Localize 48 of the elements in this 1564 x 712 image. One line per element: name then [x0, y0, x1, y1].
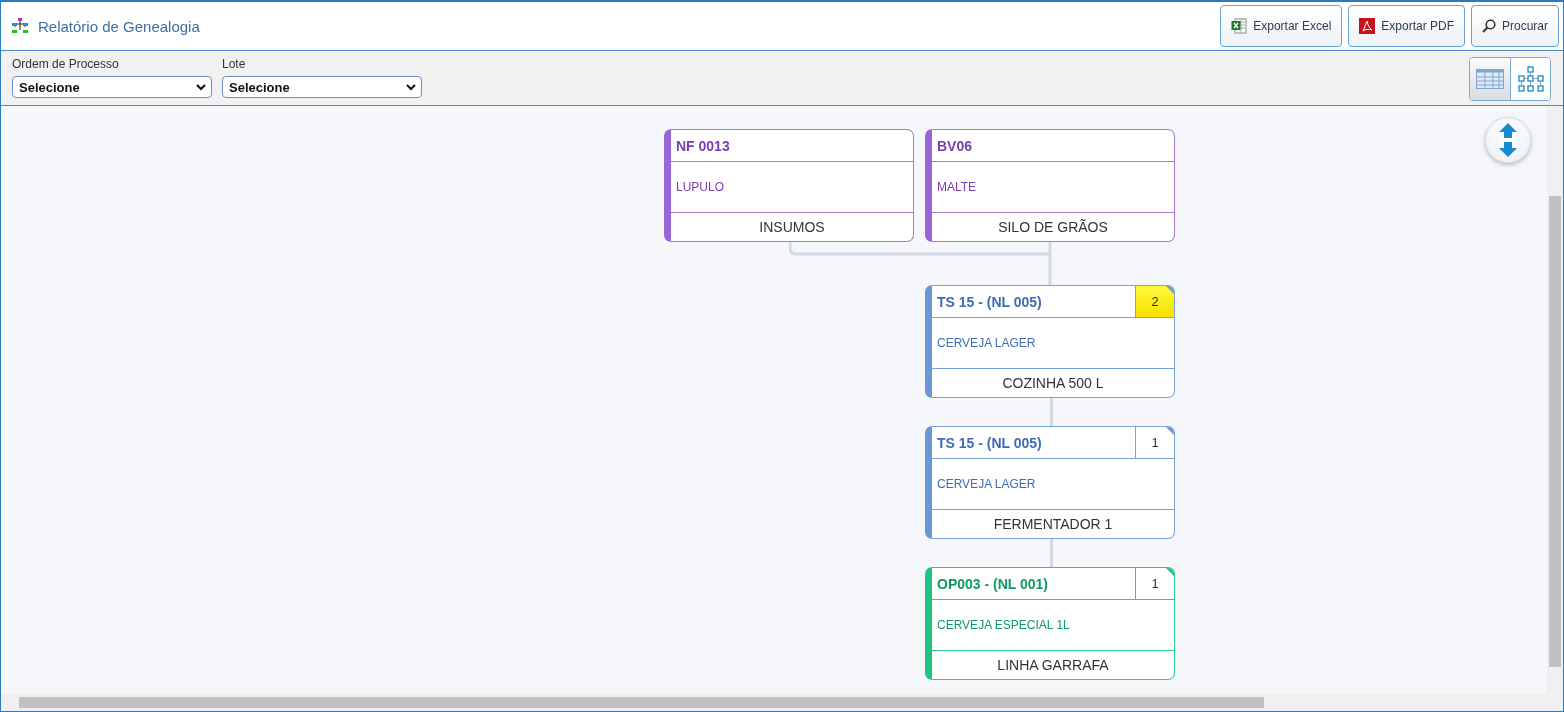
chevron-down-icon — [406, 83, 416, 91]
corner-mark-icon — [1166, 568, 1174, 576]
pdf-icon — [1359, 18, 1376, 34]
org-chart-icon — [1517, 66, 1544, 92]
search-icon — [1482, 19, 1496, 33]
connector-line — [1050, 398, 1053, 426]
corner-mark-icon — [1166, 427, 1174, 435]
equipment-name: COZINHA 500 L — [1002, 375, 1104, 391]
quantity-badge: 2 — [1135, 286, 1174, 317]
equipment-name: LINHA GARRAFA — [997, 657, 1109, 673]
up-down-arrows-icon — [1499, 123, 1517, 157]
table-view-button[interactable] — [1470, 58, 1510, 100]
product-name: CERVEJA LAGER — [936, 477, 1036, 491]
genealogy-card[interactable]: OP003 - (NL 001) 1 CERVEJA ESPECIAL 1L LINHA GARRAFA — [925, 567, 1175, 680]
dropdown-field[interactable]: Selecione — [12, 76, 212, 98]
expand-collapse-button[interactable] — [1485, 117, 1531, 163]
tree-view-button[interactable] — [1510, 58, 1550, 100]
product-name: CERVEJA LAGER — [936, 336, 1036, 350]
equipment-name: FERMENTADOR 1 — [993, 516, 1113, 532]
equipment-name: INSUMOS — [759, 219, 825, 235]
horizontal-scrollbar[interactable] — [1, 694, 1563, 711]
product-name: CERVEJA ESPECIAL 1L — [936, 618, 1070, 632]
batch-code: TS 15 - (NL 005) — [936, 293, 1043, 310]
table-icon — [1476, 69, 1504, 89]
genealogy-card[interactable]: TS 15 - (NL 005) 2 CERVEJA LAGER COZINHA 500 L — [925, 285, 1175, 398]
page-title: Relatório de Genealogia — [38, 17, 200, 35]
search-button[interactable]: Procurar — [1471, 5, 1559, 47]
equipment-name: SILO DE GRÃOS — [998, 219, 1108, 235]
product-name: MALTE — [936, 180, 977, 194]
export-button[interactable]: Exportar PDF — [1348, 5, 1465, 47]
product-name: LUPULO — [675, 180, 725, 194]
connector-line — [1050, 539, 1053, 567]
export-button[interactable]: Exportar Excel — [1220, 5, 1343, 47]
field-label: Ordem de Processo — [12, 57, 120, 71]
genealogy-card[interactable]: BV06 MALTE SILO DE GRÃOS — [925, 129, 1175, 242]
hierarchy-icon — [12, 18, 28, 34]
field-label: Lote — [222, 57, 247, 71]
batch-code: TS 15 - (NL 005) — [936, 434, 1043, 451]
spreadsheet-icon — [1231, 18, 1248, 34]
batch-code: NF 0013 — [675, 137, 731, 154]
dropdown-field[interactable]: Selecione — [222, 76, 422, 98]
vertical-scrollbar[interactable] — [1547, 106, 1563, 694]
genealogy-card[interactable]: TS 15 - (NL 005) 1 CERVEJA LAGER FERMENTADOR 1 — [925, 426, 1175, 539]
batch-code: OP003 - (NL 001) — [936, 575, 1049, 592]
chevron-down-icon — [196, 83, 206, 91]
genealogy-card[interactable]: NF 0013 LUPULO INSUMOS — [664, 129, 914, 242]
batch-code: BV06 — [936, 137, 974, 154]
corner-mark-icon — [1166, 286, 1174, 294]
